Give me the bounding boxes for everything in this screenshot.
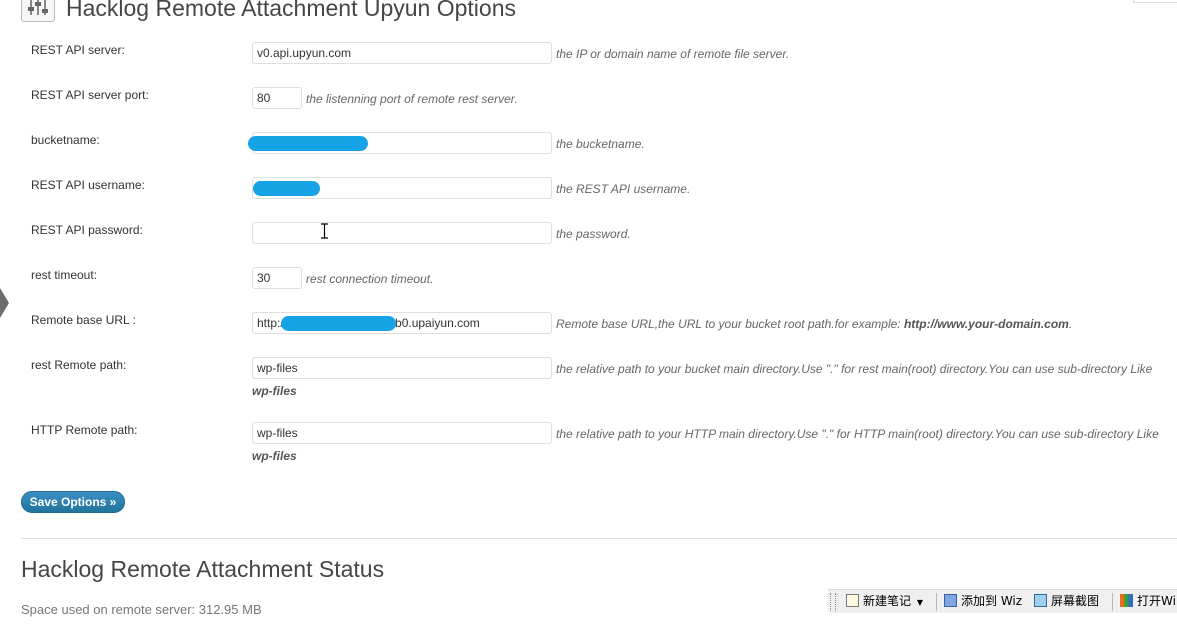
rest-api-port-label: REST API server port: bbox=[31, 88, 149, 102]
remote-base-url-prefix: http:/ bbox=[257, 316, 284, 330]
screenshot-button[interactable]: 屏幕截图 bbox=[1034, 593, 1099, 610]
settings-icon bbox=[21, 0, 55, 22]
rest-remote-path-input[interactable]: wp-files bbox=[252, 357, 552, 379]
rest-remote-path-label: rest Remote path: bbox=[31, 358, 127, 372]
space-used-text: Space used on remote server: 312.95 MB bbox=[21, 602, 262, 617]
section-divider bbox=[21, 538, 1177, 539]
toolbar-grip[interactable] bbox=[830, 593, 836, 611]
screenshot-icon bbox=[1034, 594, 1047, 607]
redaction-mark bbox=[248, 136, 368, 151]
open-wiz-icon bbox=[1120, 594, 1133, 607]
http-remote-path-desc-cont: wp-files bbox=[252, 449, 297, 463]
page-title: Hacklog Remote Attachment Upyun Options bbox=[66, 0, 517, 21]
rest-timeout-input[interactable]: 30 bbox=[252, 267, 302, 289]
redaction-mark bbox=[281, 316, 396, 331]
http-remote-path-desc: the relative path to your HTTP main dire… bbox=[556, 427, 1159, 441]
toolbar-separator bbox=[1112, 593, 1113, 611]
wiz-toolbar: 新建笔记 ▼ 添加到 Wiz 屏幕截图 打开Wi bbox=[828, 589, 1177, 613]
open-wiz-button[interactable]: 打开Wi bbox=[1120, 593, 1176, 610]
http-remote-path-label: HTTP Remote path: bbox=[31, 423, 138, 437]
save-disk-icon bbox=[944, 594, 957, 607]
add-to-wiz-label: 添加到 Wiz bbox=[961, 594, 1023, 608]
rest-api-password-desc: the password. bbox=[556, 227, 631, 241]
remote-base-url-example: http://www.your-domain.com bbox=[903, 317, 1069, 331]
remote-base-url-desc-end: . bbox=[1068, 317, 1073, 331]
rest-api-port-desc: the listenning port of remote rest serve… bbox=[306, 92, 518, 106]
redaction-mark bbox=[253, 181, 320, 196]
rest-api-password-input[interactable] bbox=[252, 222, 552, 244]
collapse-arrow-icon[interactable] bbox=[0, 288, 9, 318]
rest-api-password-label: REST API password: bbox=[31, 223, 143, 237]
text-cursor-icon bbox=[321, 223, 328, 239]
add-to-wiz-button[interactable]: 添加到 Wiz bbox=[944, 593, 1022, 610]
remote-base-url-desc: Remote base URL,the URL to your bucket r… bbox=[556, 317, 1072, 331]
http-remote-path-input[interactable]: wp-files bbox=[252, 422, 552, 444]
remote-base-url-desc-text: Remote base URL,the URL to your bucket r… bbox=[556, 317, 901, 331]
rest-api-server-input[interactable]: v0.api.upyun.com bbox=[252, 42, 552, 64]
screenshot-label: 屏幕截图 bbox=[1051, 594, 1100, 608]
rest-timeout-desc: rest connection timeout. bbox=[306, 272, 434, 286]
save-options-button[interactable]: Save Options » bbox=[21, 491, 125, 513]
rest-timeout-label: rest timeout: bbox=[31, 268, 98, 282]
toolbar-separator bbox=[936, 593, 937, 611]
rest-remote-path-desc: the relative path to your bucket main di… bbox=[556, 362, 1153, 376]
rest-api-port-input[interactable]: 80 bbox=[252, 87, 302, 109]
dropdown-arrow-icon[interactable]: ▼ bbox=[917, 598, 923, 607]
rest-api-server-label: REST API server: bbox=[31, 43, 125, 57]
remote-base-url-suffix: .b0.upaiyun.com bbox=[391, 316, 480, 330]
top-right-panel bbox=[1133, 0, 1177, 3]
bucketname-label: bucketname: bbox=[31, 133, 100, 147]
rest-remote-path-desc-cont: wp-files bbox=[252, 384, 297, 398]
open-wiz-label: 打开Wi bbox=[1137, 594, 1176, 608]
rest-api-server-desc: the IP or domain name of remote file ser… bbox=[556, 47, 790, 61]
new-note-label: 新建笔记 bbox=[863, 594, 912, 608]
note-icon bbox=[846, 594, 859, 607]
status-title: Hacklog Remote Attachment Status bbox=[21, 556, 385, 582]
new-note-button[interactable]: 新建笔记 ▼ bbox=[846, 593, 923, 610]
remote-base-url-label: Remote base URL : bbox=[31, 313, 136, 327]
bucketname-desc: the bucketname. bbox=[556, 137, 645, 151]
rest-api-username-label: REST API username: bbox=[31, 178, 145, 192]
rest-api-username-desc: the REST API username. bbox=[556, 182, 691, 196]
